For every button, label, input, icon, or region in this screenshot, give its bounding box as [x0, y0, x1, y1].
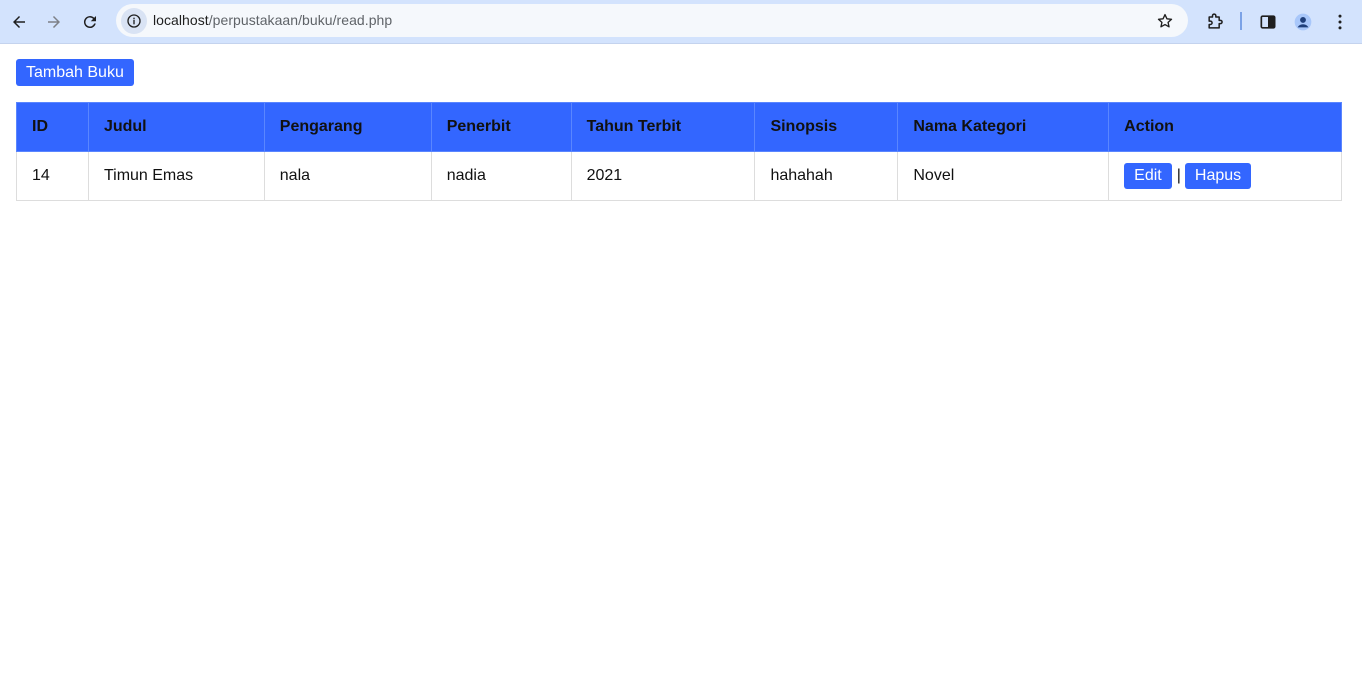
url-text: localhost/perpustakaan/buku/read.php — [153, 12, 392, 28]
address-bar[interactable]: localhost/perpustakaan/buku/read.php — [116, 4, 1188, 37]
header-sinopsis: Sinopsis — [754, 102, 899, 152]
cell-action: Edit | Hapus — [1108, 151, 1342, 201]
header-penerbit: Penerbit — [430, 102, 572, 152]
cell-sinopsis: hahahah — [754, 151, 899, 201]
cell-id: 14 — [16, 151, 89, 201]
cell-pengarang: nala — [263, 151, 432, 201]
profile-button[interactable] — [1288, 7, 1318, 37]
avatar-icon — [1294, 13, 1312, 31]
cell-penerbit: nadia — [430, 151, 572, 201]
cell-nama-kategori: Novel — [897, 151, 1110, 201]
delete-button[interactable]: Hapus — [1184, 163, 1252, 189]
site-info-button[interactable] — [121, 8, 147, 34]
side-panel-button[interactable] — [1253, 7, 1283, 37]
star-icon — [1157, 13, 1173, 28]
info-icon — [127, 14, 141, 28]
extensions-button[interactable] — [1200, 7, 1230, 37]
url-host: localhost — [153, 12, 209, 28]
menu-button[interactable] — [1325, 7, 1355, 37]
forward-button[interactable] — [39, 7, 69, 37]
add-book-button[interactable]: Tambah Buku — [16, 59, 134, 86]
header-judul: Judul — [87, 102, 265, 152]
header-id: ID — [16, 102, 89, 152]
header-tahun-terbit: Tahun Terbit — [570, 102, 756, 152]
reload-button[interactable] — [75, 7, 105, 37]
header-action: Action — [1108, 102, 1342, 152]
cell-judul: Timun Emas — [87, 151, 265, 201]
action-separator: | — [1176, 167, 1181, 184]
table-row: 14 Timun Emas nala nadia 2021 hahahah No… — [16, 151, 1342, 201]
back-button[interactable] — [4, 7, 34, 37]
puzzle-icon — [1208, 13, 1223, 29]
books-table: ID Judul Pengarang Penerbit Tahun Terbit… — [16, 102, 1342, 201]
header-pengarang: Pengarang — [263, 102, 432, 152]
header-nama-kategori: Nama Kategori — [897, 102, 1110, 152]
bookmark-button[interactable] — [1154, 10, 1176, 32]
more-vertical-icon — [1338, 14, 1342, 30]
toolbar-divider — [1240, 12, 1242, 30]
url-path: /perpustakaan/buku/read.php — [208, 12, 393, 28]
browser-toolbar: localhost/perpustakaan/buku/read.php — [0, 0, 1362, 44]
arrow-left-icon — [13, 16, 25, 28]
side-panel-icon — [1260, 15, 1276, 29]
arrow-right-icon — [48, 16, 60, 28]
reload-icon — [83, 16, 96, 29]
cell-tahun-terbit: 2021 — [570, 151, 756, 201]
table-header-row: ID Judul Pengarang Penerbit Tahun Terbit… — [16, 102, 1342, 152]
edit-button[interactable]: Edit — [1124, 163, 1172, 189]
